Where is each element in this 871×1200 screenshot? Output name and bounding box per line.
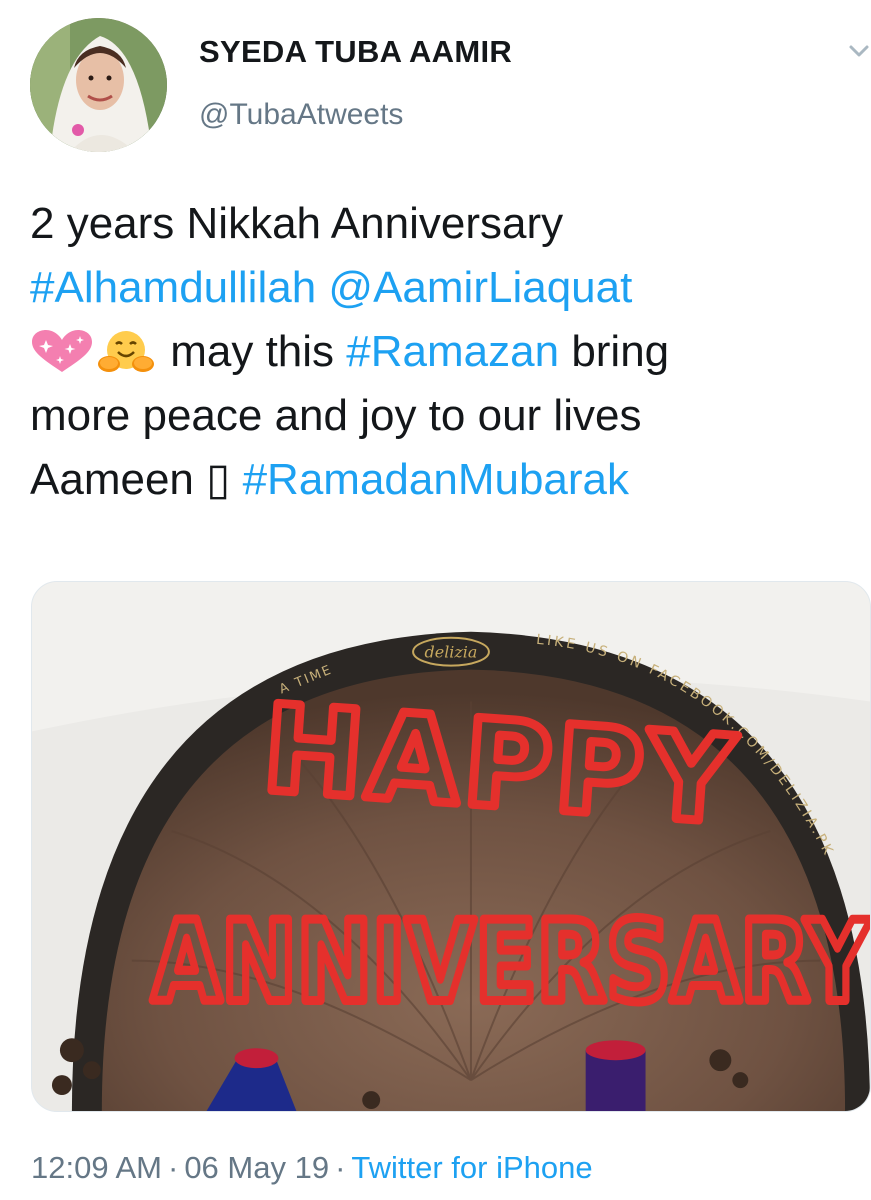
hashtag-link[interactable]: #Alhamdullilah <box>30 263 316 312</box>
tweet-line-3: may this #Ramazan bring <box>30 320 860 384</box>
chevron-down-icon[interactable] <box>848 40 870 62</box>
tweet-time: 12:09 AM <box>31 1150 162 1185</box>
hugging-face-icon <box>94 330 158 374</box>
author-handle[interactable]: @TubaAtweets <box>199 98 403 132</box>
hashtag-link[interactable]: #RamadanMubarak <box>243 455 629 504</box>
mention-link[interactable]: @AamirLiaquat <box>328 263 632 312</box>
tweet-line-5: Aameen ▯ #RamadanMubarak <box>30 448 860 512</box>
tweet-line-1: 2 years Nikkah Anniversary <box>30 192 860 256</box>
bakery-logo-text: delizia <box>425 643 478 662</box>
tweet-date: 06 May 19 <box>184 1150 330 1185</box>
hashtag-link[interactable]: #Ramazan <box>346 327 559 376</box>
profile-photo-icon <box>30 18 167 152</box>
avatar[interactable] <box>30 18 167 152</box>
tweet-line-2: #Alhamdullilah @AamirLiaquat <box>30 256 860 320</box>
footer-separator: · <box>335 1150 346 1185</box>
tweet-text-segment: more peace and joy to our lives <box>30 391 642 440</box>
author-display-name[interactable]: SYEDA TUBA AAMIR <box>199 34 512 70</box>
cake-photo-image: delizia LIKE US ON FACEBOOK.COM/DELIZIA.… <box>32 582 870 1111</box>
footer-separator: · <box>167 1150 179 1185</box>
missing-glyph: ▯ <box>206 455 231 504</box>
tweet-photo[interactable]: delizia LIKE US ON FACEBOOK.COM/DELIZIA.… <box>31 581 871 1112</box>
sparkling-heart-icon <box>30 330 94 374</box>
tweet-text-segment: 2 years Nikkah Anniversary <box>30 199 564 248</box>
tweet-text: 2 years Nikkah Anniversary #Alhamdullila… <box>30 192 860 512</box>
tweet-text-segment: bring <box>571 327 670 376</box>
tweet-text-segment: Aameen <box>30 455 194 504</box>
tweet-source-link[interactable]: Twitter for iPhone <box>351 1150 592 1185</box>
tweet-footer: 12:09 AM · 06 May 19 · Twitter for iPhone <box>31 1150 593 1186</box>
tweet-line-4: more peace and joy to our lives <box>30 384 860 448</box>
cake-icing-text-anniversary: ANNIVERSARY <box>152 897 870 1027</box>
tweet-text-segment: may this <box>170 327 335 376</box>
